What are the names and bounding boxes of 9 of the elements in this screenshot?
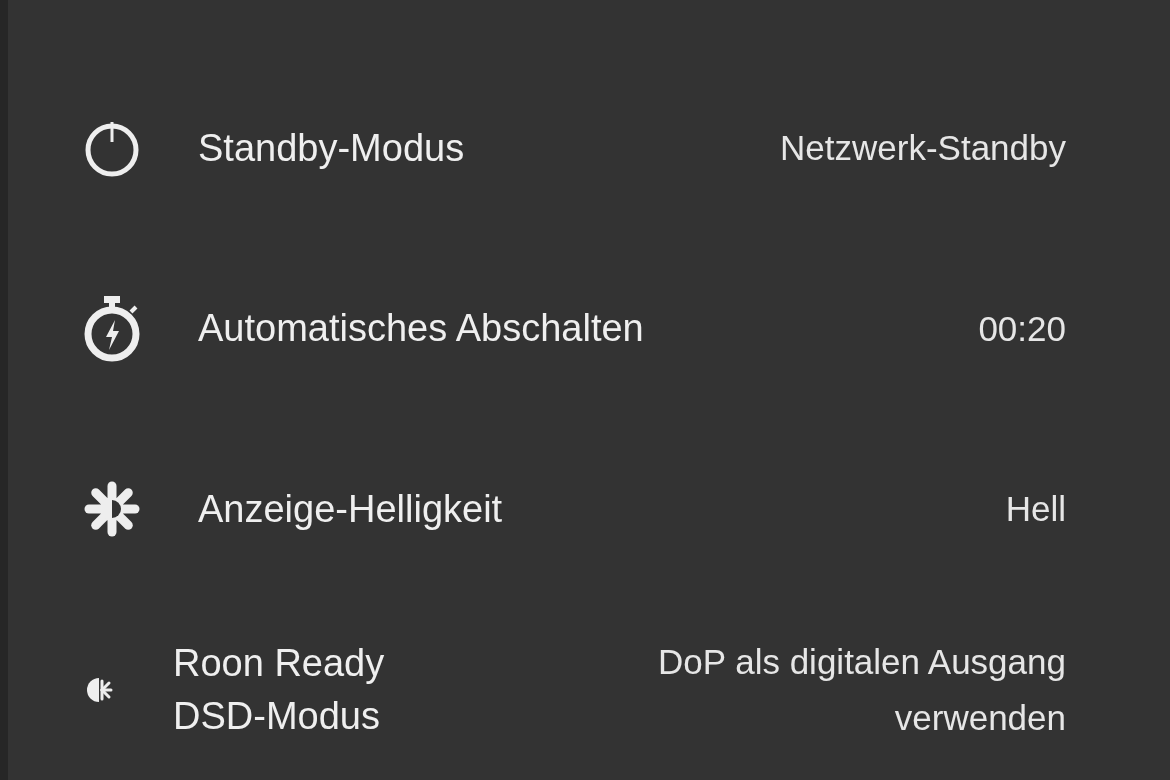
- setting-value: Netzwerk-Standby: [780, 127, 1066, 170]
- setting-value: DoP als digitalen Ausgang verwenden: [658, 640, 1066, 739]
- stopwatch-icon: [82, 295, 142, 362]
- setting-label: Automatisches Abschalten: [198, 306, 644, 352]
- setting-label: Anzeige-Helligkeit: [198, 486, 503, 532]
- setting-label: Standby-Modus: [198, 125, 465, 171]
- setting-value: 00:20: [978, 307, 1066, 350]
- setting-value: Hell: [1005, 488, 1066, 531]
- setting-label: Roon Ready DSD-Modus: [173, 640, 385, 739]
